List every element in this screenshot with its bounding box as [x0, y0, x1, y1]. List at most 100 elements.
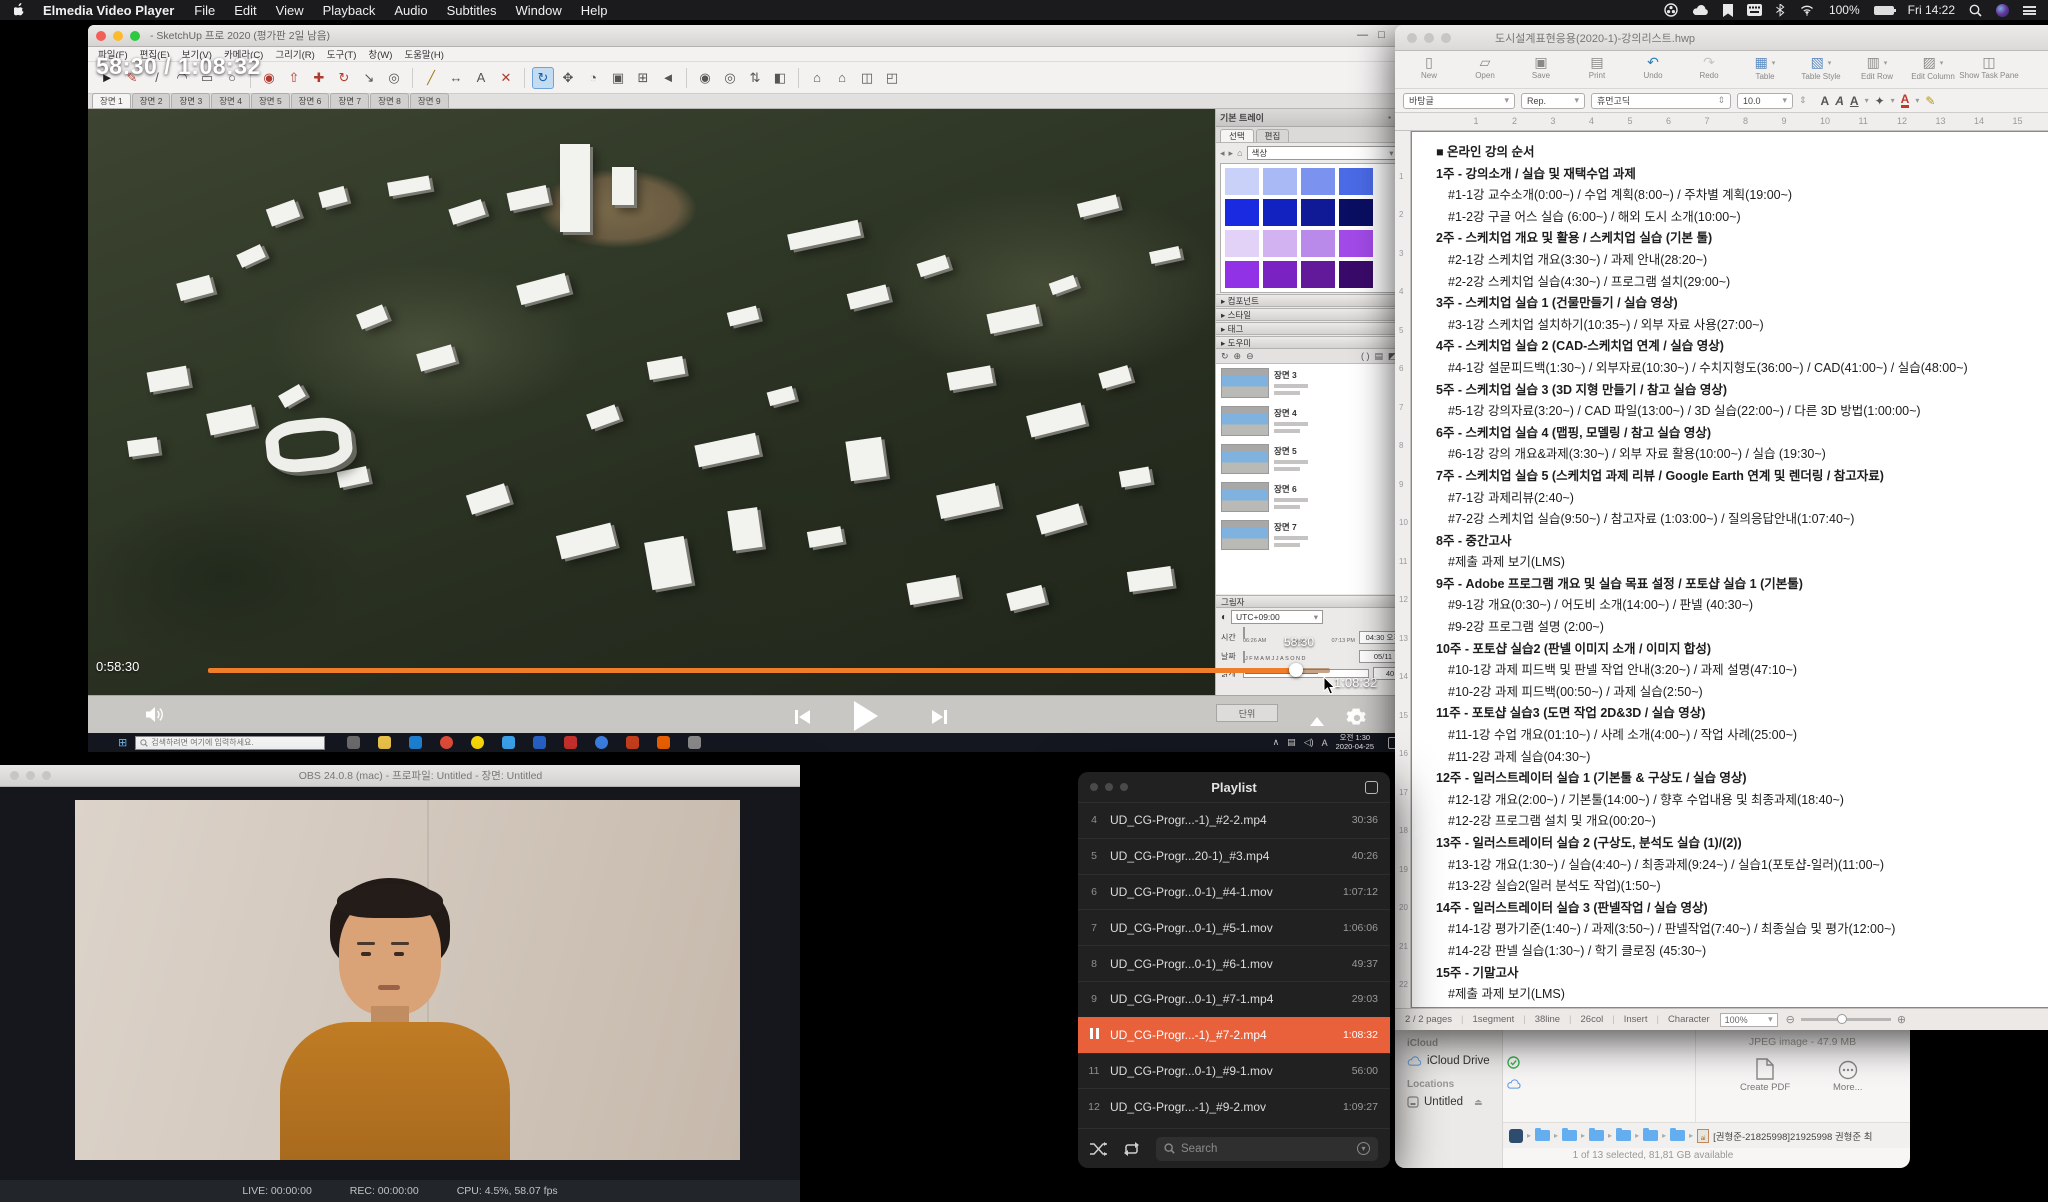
- word-taskbar-icon[interactable]: [533, 736, 546, 749]
- minimize-traffic-light[interactable]: [26, 771, 35, 780]
- win-maximize-icon[interactable]: □: [1378, 29, 1385, 42]
- color-swatch-5[interactable]: [1263, 199, 1297, 226]
- style-dropdown[interactable]: 바탕글▾: [1403, 93, 1515, 109]
- playlist-row[interactable]: 5UD_CG-Progr...20-1)_#3.mp440:26: [1078, 838, 1390, 874]
- hwp-tool-show-task-pane[interactable]: ◫Show Task Pane: [1961, 54, 2017, 80]
- play-icon[interactable]: [853, 701, 879, 731]
- bluetooth-icon[interactable]: [1776, 4, 1785, 17]
- next-track-icon[interactable]: [931, 709, 949, 725]
- taskbar-clock[interactable]: 오전 1:30 2020-04-25: [1336, 734, 1374, 751]
- float-on-top-icon[interactable]: [1365, 781, 1378, 794]
- char-style-button[interactable]: ✦: [1875, 94, 1885, 108]
- menu-4[interactable]: Audio: [394, 3, 427, 18]
- windows-start-icon[interactable]: ⊞: [118, 736, 127, 749]
- create-pdf-button[interactable]: Create PDF: [1740, 1058, 1790, 1093]
- playlist-row[interactable]: 11UD_CG-Progr...0-1)_#9-1.mov56:00: [1078, 1053, 1390, 1089]
- scene-thumbnail[interactable]: [1221, 482, 1269, 512]
- scene-remove-icon[interactable]: ⊖: [1246, 351, 1254, 362]
- sketchup-menu-5[interactable]: 도구(T): [327, 47, 357, 61]
- hwp-titlebar[interactable]: 도시설계표현응용(2020-1)-강의리스트.hwp: [1395, 25, 2048, 51]
- file-explorer-taskbar-icon[interactable]: [378, 736, 391, 749]
- playlist-row[interactable]: 4UD_CG-Progr...-1)_#2-2.mp430:36: [1078, 802, 1390, 838]
- shadow-toggle-icon[interactable]: ◐: [1221, 612, 1227, 623]
- tab-edit[interactable]: 편집: [1256, 129, 1290, 142]
- earth-taskbar-icon[interactable]: [595, 736, 608, 749]
- wifi-icon[interactable]: [1799, 4, 1815, 16]
- date-slider[interactable]: [1243, 651, 1245, 663]
- photos-taskbar-icon[interactable]: [502, 736, 515, 749]
- menu-2[interactable]: View: [276, 3, 304, 18]
- scene-thumbnail[interactable]: [1221, 444, 1269, 474]
- font-color-button[interactable]: A: [1901, 94, 1910, 108]
- hwp-tool-save[interactable]: ▣Save: [1513, 54, 1569, 80]
- menu-5[interactable]: Subtitles: [447, 3, 497, 18]
- breadcrumb-folder-icon[interactable]: [1589, 1130, 1604, 1141]
- zoom-out-icon[interactable]: ⊖: [1786, 1013, 1795, 1026]
- home-icon[interactable]: ⌂: [1237, 148, 1242, 158]
- zoom-dropdown[interactable]: 100%▾: [1720, 1013, 1778, 1027]
- scene-options-icon[interactable]: ( ): [1361, 351, 1370, 361]
- scene-item-4[interactable]: 장면 4: [1216, 402, 1412, 440]
- character-mode[interactable]: Character: [1668, 1014, 1710, 1025]
- zoom-in-icon[interactable]: ⊕: [1897, 1013, 1906, 1026]
- kakaotalk-taskbar-icon[interactable]: [471, 736, 484, 749]
- seek-bar[interactable]: [208, 668, 1330, 673]
- insert-mode[interactable]: Insert: [1624, 1014, 1648, 1025]
- hwp-tool-edit-column[interactable]: ▨ ▾Edit Column: [1905, 54, 1961, 81]
- zoom-tool-icon[interactable]: ◔: [582, 67, 604, 89]
- zoom-slider[interactable]: [1801, 1018, 1891, 1021]
- move-tool-icon[interactable]: ✚: [308, 67, 330, 89]
- get-models-tool-icon[interactable]: ⌂: [806, 67, 828, 89]
- color-swatch-8[interactable]: [1225, 230, 1259, 257]
- hwp-tool-table-style[interactable]: ▧ ▾Table Style: [1793, 54, 1849, 81]
- pin-icon[interactable]: ▪: [1388, 113, 1391, 122]
- breadcrumb-file-icon[interactable]: ai: [1697, 1129, 1709, 1143]
- previous-track-icon[interactable]: [793, 709, 811, 725]
- scene-tab-5[interactable]: 장면 5: [251, 93, 290, 108]
- materials-dropdown[interactable]: 색상▾: [1247, 146, 1399, 160]
- menu-3[interactable]: Playback: [323, 3, 376, 18]
- zoom-extents-tool-icon[interactable]: ⊞: [632, 67, 654, 89]
- color-swatch-1[interactable]: [1263, 168, 1297, 195]
- menubar-clock[interactable]: Fri 14:22: [1908, 3, 1955, 17]
- color-swatch-13[interactable]: [1263, 261, 1297, 288]
- hwp-tool-open[interactable]: ▱Open: [1457, 54, 1513, 80]
- color-swatch-2[interactable]: [1301, 168, 1335, 195]
- scale-tool-icon[interactable]: ↘: [358, 67, 380, 89]
- repeat-icon[interactable]: [1123, 1142, 1140, 1156]
- color-swatch-12[interactable]: [1225, 261, 1259, 288]
- eject-icon[interactable]: ⏏: [1474, 1097, 1483, 1108]
- obs-titlebar[interactable]: OBS 24.0.8 (mac) - 프로파일: Untitled - 장면: …: [0, 765, 800, 787]
- menu-0[interactable]: File: [194, 3, 215, 18]
- hwp-tool-edit-row[interactable]: ▥ ▾Edit Row: [1849, 54, 1905, 81]
- dimension-tool-icon[interactable]: ↔: [445, 67, 467, 89]
- color-swatch-14[interactable]: [1301, 261, 1335, 288]
- youtube-taskbar-icon[interactable]: [564, 736, 577, 749]
- forward-icon[interactable]: ▸: [1229, 148, 1234, 159]
- more-actions-button[interactable]: More...: [1833, 1060, 1863, 1093]
- color-swatch-7[interactable]: [1339, 199, 1373, 226]
- playlist-row[interactable]: 12UD_CG-Progr...-1)_#9-2.mov1:09:27: [1078, 1088, 1390, 1124]
- playlist-row[interactable]: UD_CG-Progr...-1)_#7-2.mp41:08:32: [1078, 1017, 1390, 1053]
- color-swatch-9[interactable]: [1263, 230, 1297, 257]
- hwp-tool-new[interactable]: ▯New: [1401, 54, 1457, 80]
- prev-view-tool-icon[interactable]: ◄: [657, 67, 679, 89]
- scene-tab-4[interactable]: 장면 4: [211, 93, 250, 108]
- menu-6[interactable]: Window: [515, 3, 561, 18]
- menu-1[interactable]: Edit: [234, 3, 256, 18]
- hwp-traffic-lights[interactable]: [1407, 33, 1451, 43]
- scene-tab-6[interactable]: 장면 6: [291, 93, 330, 108]
- sketchup-menu-4[interactable]: 그리기(R): [275, 47, 314, 61]
- hwp-tool-undo[interactable]: ↶Undo: [1625, 54, 1681, 80]
- scene-thumbnail[interactable]: [1221, 406, 1269, 436]
- playlist-row[interactable]: 8UD_CG-Progr...0-1)_#6-1.mov49:37: [1078, 945, 1390, 981]
- walk-tool-icon[interactable]: ⇅: [744, 67, 766, 89]
- playlist-row[interactable]: 9UD_CG-Progr...0-1)_#7-1.mp429:03: [1078, 981, 1390, 1017]
- close-traffic-light[interactable]: [10, 771, 19, 780]
- webcam-preview[interactable]: [75, 800, 740, 1160]
- scene-tab-7[interactable]: 장면 7: [330, 93, 369, 108]
- scene-item-5[interactable]: 장면 5: [1216, 440, 1412, 478]
- siri-icon[interactable]: [1996, 4, 2009, 17]
- win-minimize-icon[interactable]: —: [1357, 29, 1368, 42]
- zoom-traffic-light[interactable]: [130, 31, 140, 41]
